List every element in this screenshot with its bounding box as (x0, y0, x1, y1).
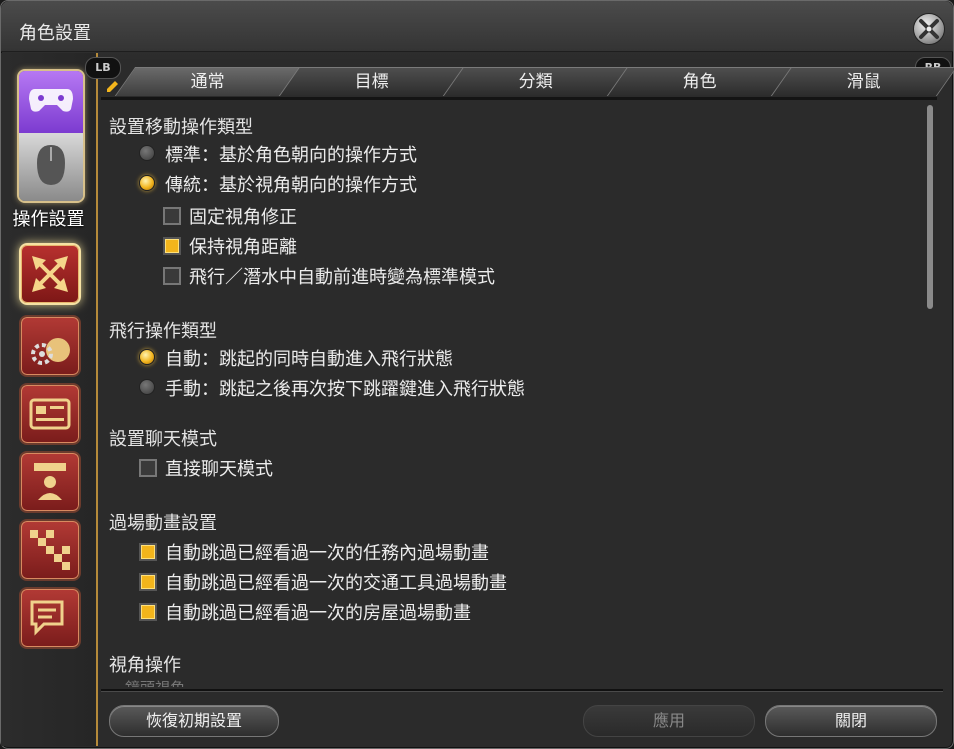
section-heading: 過場動畫設置 (109, 513, 217, 534)
radio-label: 手動：跳起之後再次按下跳躍鍵進入飛行狀態 (165, 379, 525, 400)
tab-divider (101, 97, 937, 100)
scrollbar-thumb[interactable] (927, 105, 933, 309)
settings-content: 設置移動操作類型 標準：基於角色朝向的操作方式 傳統：基於視角朝向的操作方式 固… (101, 101, 921, 687)
character-profile-icon[interactable] (19, 451, 81, 513)
checkbox-skip-housing-cutscene[interactable] (139, 603, 157, 621)
gamepad-mouse-icon[interactable] (17, 69, 85, 203)
checkbox-label: 自動跳過已經看過一次的任務內過場動畫 (165, 543, 489, 564)
scrollbar[interactable] (927, 105, 933, 685)
close-button[interactable]: 關閉 (765, 705, 937, 737)
pencil-icon (107, 81, 118, 92)
checkbox-label: 保持視角距離 (189, 237, 297, 258)
tab-mouse[interactable]: 滑鼠 (770, 67, 954, 96)
radio-label: 傳統：基於視角朝向的操作方式 (165, 175, 417, 196)
tab-character[interactable]: 角色 (606, 67, 794, 96)
gears-bag-icon[interactable] (19, 315, 81, 377)
tab-target[interactable]: 目標 (278, 67, 466, 96)
radio-label: 標準：基於角色朝向的操作方式 (165, 145, 417, 166)
title-bar[interactable]: 角色設置 (1, 1, 953, 52)
section-heading: 視角操作 (109, 655, 181, 676)
apply-button[interactable]: 應用 (583, 705, 755, 737)
radio-label: 自動：跳起的同時自動進入飛行狀態 (165, 349, 453, 370)
section-heading: 設置聊天模式 (109, 429, 217, 450)
partial-row-label: 鏡頭視角 (125, 677, 185, 687)
checkbox-label: 自動跳過已經看過一次的交通工具過場動畫 (165, 573, 507, 594)
checkbox-skip-quest-cutscene[interactable] (139, 543, 157, 561)
checkbox-fixed-camera[interactable] (163, 207, 181, 225)
radio-standard[interactable] (139, 145, 155, 161)
close-icon[interactable] (913, 13, 945, 45)
tab-bar: 通常 目標 分類 角色 滑鼠 (101, 67, 954, 99)
settings-window: 角色設置 操作設置 LB 通常 目標 分類 角色 滑鼠 設置移動操作類型 標準：… (0, 0, 954, 749)
checkbox-skip-transport-cutscene[interactable] (139, 573, 157, 591)
reset-defaults-button[interactable]: 恢復初期設置 (109, 705, 279, 737)
chat-bubbles-icon[interactable] (19, 587, 81, 649)
sidebar-active-label: 操作設置 (12, 209, 85, 230)
arrows-expand-icon[interactable] (19, 243, 81, 305)
checkbox-label: 直接聊天模式 (165, 459, 273, 480)
id-card-icon[interactable] (19, 383, 81, 445)
checkbox-label: 飛行／潛水中自動前進時變為標準模式 (189, 267, 495, 288)
section-heading: 飛行操作類型 (109, 321, 217, 342)
section-heading: 設置移動操作類型 (109, 117, 253, 138)
category-sidebar: 操作設置 (1, 53, 98, 746)
checkered-path-icon[interactable] (19, 519, 81, 581)
radio-fly-auto[interactable] (139, 349, 155, 365)
tab-category[interactable]: 分類 (442, 67, 630, 96)
checkbox-direct-chat[interactable] (139, 459, 157, 477)
tab-general[interactable]: 通常 (114, 67, 302, 96)
checkbox-keep-distance[interactable] (163, 237, 181, 255)
checkbox-label: 自動跳過已經看過一次的房屋過場動畫 (165, 603, 471, 624)
radio-legacy[interactable] (139, 175, 155, 191)
checkbox-label: 固定視角修正 (189, 207, 297, 228)
footer-divider (101, 689, 943, 692)
radio-fly-manual[interactable] (139, 379, 155, 395)
checkbox-fly-standard[interactable] (163, 267, 181, 285)
window-title: 角色設置 (19, 23, 91, 44)
